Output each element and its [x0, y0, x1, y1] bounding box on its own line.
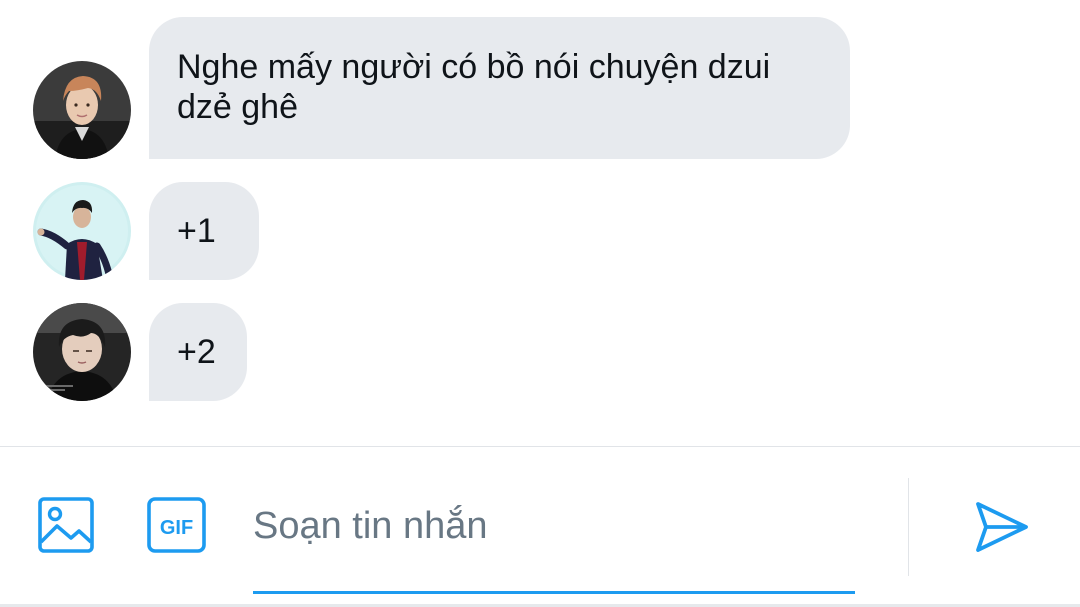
gif-label: GIF [160, 517, 193, 539]
message-compose-field[interactable] [253, 492, 855, 595]
message-text: +1 [177, 212, 216, 250]
dm-conversation-screen: Nghe mấy người có bồ nói chuyện dzui dzẻ… [0, 0, 1080, 607]
message-text: +2 [177, 333, 216, 371]
composer-divider [0, 446, 1080, 447]
send-icon[interactable] [974, 500, 1030, 554]
input-focus-underline [253, 591, 855, 594]
gif-button[interactable]: GIF [147, 497, 206, 553]
image-icon[interactable] [38, 497, 94, 553]
message-bubble[interactable]: Nghe mấy người có bồ nói chuyện dzui dzẻ… [149, 17, 850, 159]
avatar[interactable] [33, 303, 131, 401]
message-input[interactable] [253, 500, 853, 552]
send-divider [908, 478, 909, 576]
message-text: Nghe mấy người có bồ nói chuyện dzui dzẻ… [177, 48, 771, 126]
avatar[interactable] [33, 182, 131, 280]
avatar[interactable] [33, 61, 131, 159]
message-bubble[interactable]: +1 [149, 182, 259, 280]
message-bubble[interactable]: +2 [149, 303, 247, 401]
